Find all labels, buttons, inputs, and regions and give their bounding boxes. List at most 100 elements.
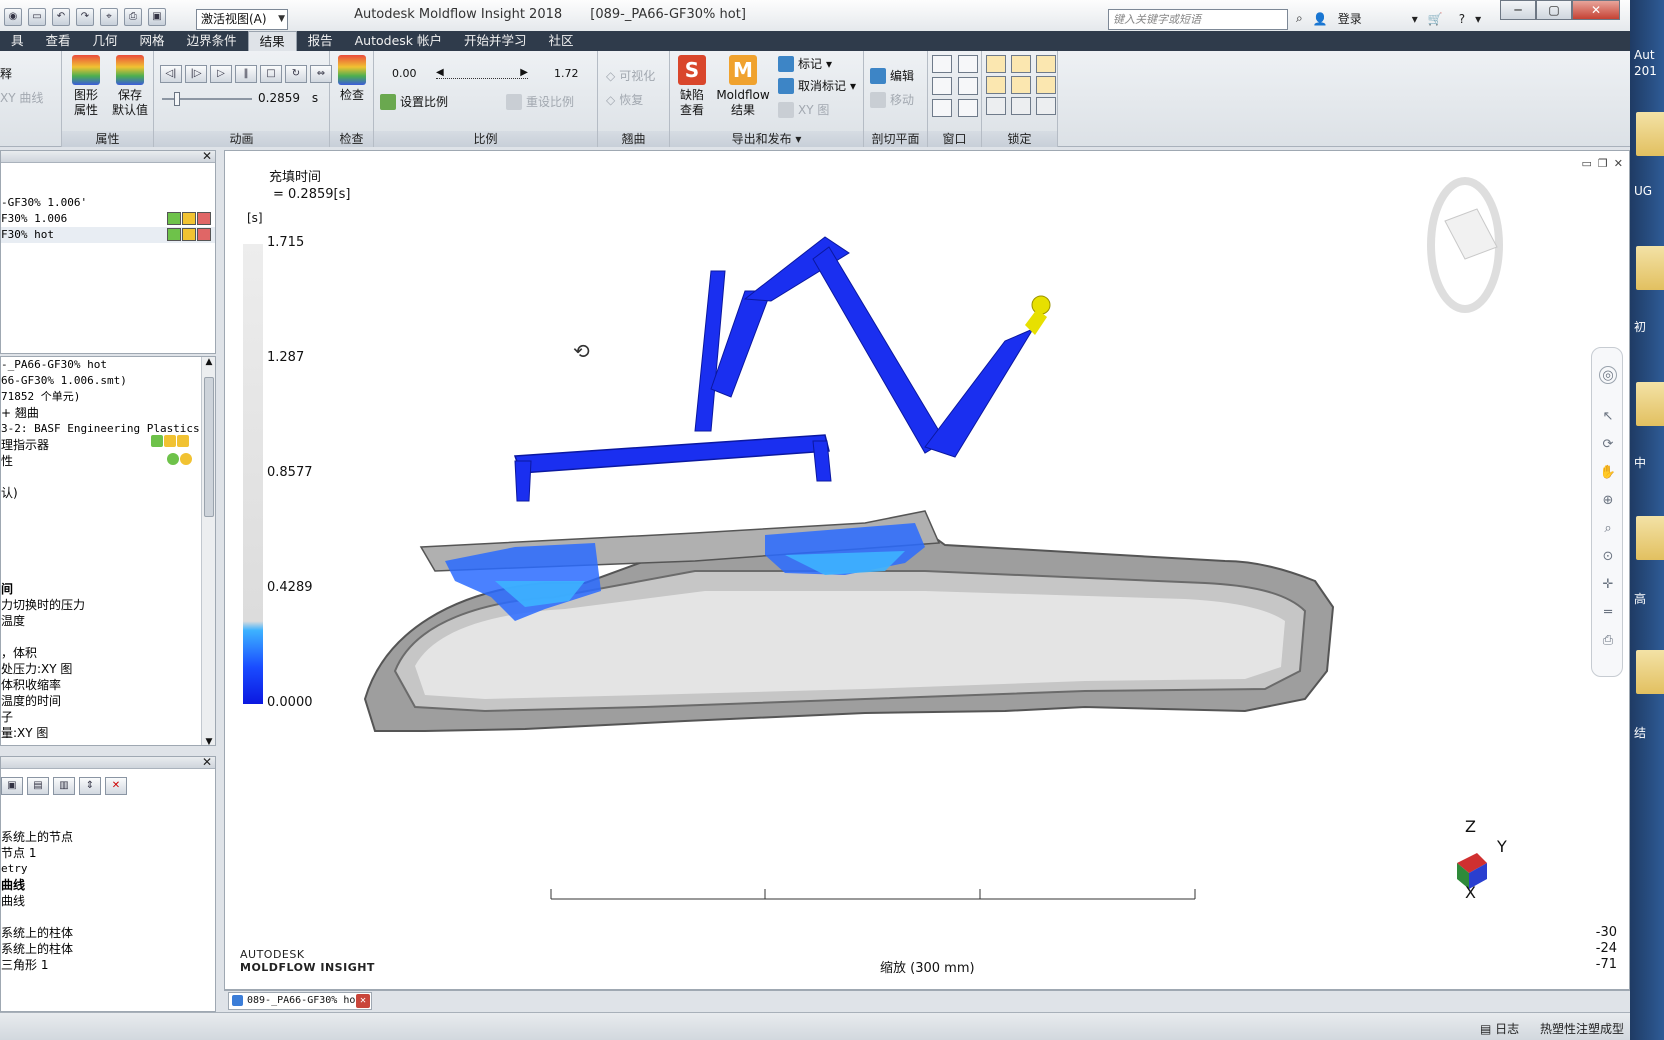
layout-refresh-icon[interactable] (932, 99, 952, 117)
zoom-extents-icon[interactable]: ⊙ (1599, 548, 1617, 566)
task-item-study[interactable]: -_PA66-GF30% hot (1, 357, 215, 373)
layer-item[interactable]: 系统上的节点 (1, 829, 215, 845)
task-item-default[interactable]: 认) (1, 485, 215, 501)
task-item-analysis[interactable]: + 翘曲 (1, 405, 215, 421)
reset-scale-button[interactable]: 重设比例 (506, 93, 574, 110)
result-item[interactable]: 温度的时间 (1, 693, 215, 709)
layout-grid-icon[interactable] (958, 55, 978, 73)
defect-view-button[interactable]: S 缺陷 查看 (674, 55, 710, 118)
pause-icon[interactable]: ‖ (235, 65, 257, 83)
result-item[interactable]: 力切换时的压力 (1, 597, 215, 613)
layout-split-icon[interactable] (958, 77, 978, 95)
layer-activate-icon[interactable]: ▥ (53, 777, 75, 795)
restore-button[interactable]: ◇ 恢复 (606, 91, 643, 108)
result-item[interactable]: 处压力:XY 图 (1, 661, 215, 677)
steering-wheel-icon[interactable]: ◎ (1599, 366, 1617, 384)
moldflow-result-button[interactable]: M Moldflow 结果 (712, 55, 774, 118)
folder-icon[interactable] (1636, 246, 1664, 290)
lock-view-icon[interactable] (1011, 55, 1031, 73)
step-forward-icon[interactable]: |▷ (185, 65, 207, 83)
layer-delete-icon[interactable]: ✕ (105, 777, 127, 795)
tab-results[interactable]: 结果 (247, 31, 297, 51)
task-scrollbar[interactable]: ▲ ▼ (201, 357, 215, 745)
result-item[interactable]: 温度 (1, 613, 215, 629)
binoculars-icon[interactable]: ⌕ (1296, 11, 1303, 26)
tab-tools[interactable]: 具 (0, 31, 35, 51)
bounce-icon[interactable]: ⇔ (310, 65, 332, 83)
layer-item[interactable]: 系统上的柱体 (1, 941, 215, 957)
chevron-down-icon[interactable]: ▾ (1412, 12, 1418, 26)
scroll-up-icon[interactable]: ▲ (202, 357, 215, 367)
folder-icon[interactable] (1636, 650, 1664, 694)
study-item-selected[interactable]: F30% hot (1, 227, 215, 243)
result-item[interactable]: 量:XY 图 (1, 725, 215, 741)
move-section-button[interactable]: 移动 (870, 91, 914, 108)
unlock-view-icon[interactable] (1011, 97, 1031, 115)
zoom-window-icon[interactable]: ⌕ (1599, 520, 1617, 538)
zoom-in-icon[interactable]: ⊕ (1599, 492, 1617, 510)
layout-row-icon[interactable] (932, 55, 952, 73)
set-scale-button[interactable]: 设置比例 (380, 93, 448, 110)
close-icon[interactable]: ✕ (1572, 0, 1620, 20)
task-item-model[interactable]: 66-GF30% 1.006.smt) (1, 373, 215, 389)
document-tab[interactable]: 089-_PA66-GF30% hot ✕ (228, 992, 372, 1010)
close-icon[interactable]: ✕ (202, 757, 212, 769)
unlock-plot-icon[interactable] (986, 97, 1006, 115)
result-item[interactable]: 子 (1, 709, 215, 725)
tab-view[interactable]: 查看 (35, 31, 82, 51)
tab-mesh[interactable]: 网格 (129, 31, 176, 51)
partial-button[interactable]: 释 (0, 65, 12, 82)
folder-icon[interactable] (1636, 382, 1664, 426)
login-button[interactable]: 登录 (1338, 10, 1362, 27)
layout-tile-icon[interactable] (958, 99, 978, 117)
user-icon[interactable]: 👤 (1313, 12, 1328, 26)
graph-properties-button[interactable]: 图形 属性 (66, 55, 106, 118)
scale-slider[interactable]: ◀ ▶ (436, 67, 528, 83)
task-item-property[interactable]: 性 (1, 453, 215, 469)
folder-icon[interactable] (1636, 516, 1664, 560)
lock-section-icon[interactable] (1011, 76, 1031, 94)
layer-item[interactable]: 三角形 1 (1, 957, 215, 973)
orbit-icon[interactable]: ⟳ (1599, 436, 1617, 454)
lock-anim-icon[interactable] (1036, 55, 1056, 73)
scale-slider-left-thumb[interactable]: ◀ (436, 67, 444, 78)
step-back-icon[interactable]: ◁| (160, 65, 182, 83)
maximize-icon[interactable]: ▢ (1536, 0, 1572, 20)
close-icon[interactable]: ✕ (202, 151, 212, 163)
unlock-all-icon[interactable] (1036, 97, 1056, 115)
close-icon[interactable]: ✕ (356, 994, 370, 1008)
result-item[interactable]: 体积收缩率 (1, 677, 215, 693)
study-item[interactable]: F30% 1.006 (1, 211, 215, 227)
save-default-button[interactable]: 保存 默认值 (108, 55, 152, 118)
print-view-icon[interactable]: ⎙ (1599, 632, 1617, 650)
cart-icon[interactable]: 🛒 (1428, 12, 1443, 26)
tab-geometry[interactable]: 几何 (82, 31, 129, 51)
layer-item[interactable]: etry (1, 861, 215, 877)
stop-icon[interactable]: □ (260, 65, 282, 83)
layer-props-icon[interactable]: ▤ (27, 777, 49, 795)
select-arrow-icon[interactable]: ↖ (1599, 408, 1617, 426)
lock-plot-icon[interactable] (986, 55, 1006, 73)
layer-item[interactable]: 节点 1 (1, 845, 215, 861)
edit-section-button[interactable]: 编辑 (870, 67, 914, 84)
study-item[interactable]: -GF30% 1.006' (1, 195, 215, 211)
unmark-button[interactable]: 取消标记 ▾ (778, 77, 856, 94)
tab-report[interactable]: 报告 (297, 31, 344, 51)
animation-slider[interactable] (162, 92, 252, 106)
layer-item[interactable]: 系统上的柱体 (1, 925, 215, 941)
lock-all-icon[interactable] (1036, 76, 1056, 94)
layer-item[interactable]: 曲线 (1, 877, 215, 893)
scroll-down-icon[interactable]: ▼ (202, 737, 215, 745)
search-input[interactable]: 键入关键字或短语 (1108, 9, 1288, 30)
lock-scale-icon[interactable] (986, 76, 1006, 94)
visualize-button[interactable]: ◇ 可视化 (606, 67, 655, 84)
ruler-icon[interactable]: ═ (1599, 604, 1617, 622)
layout-col-icon[interactable] (932, 77, 952, 95)
loop-icon[interactable]: ↻ (285, 65, 307, 83)
task-item-results[interactable]: 间 (1, 581, 215, 597)
animation-slider-thumb[interactable] (174, 92, 180, 106)
scale-slider-right-thumb[interactable]: ▶ (520, 67, 528, 78)
layer-expand-icon[interactable]: ⇕ (79, 777, 101, 795)
tab-boundary[interactable]: 边界条件 (176, 31, 248, 51)
inspect-button[interactable]: 检查 (334, 55, 370, 103)
